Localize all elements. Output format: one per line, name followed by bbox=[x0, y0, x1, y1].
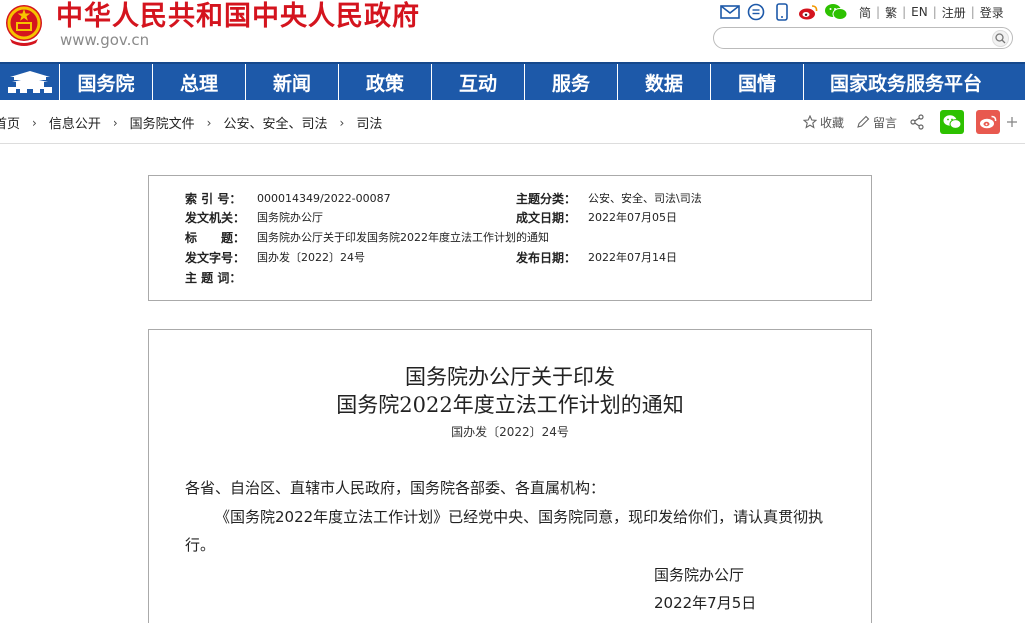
breadcrumb-separator: › bbox=[32, 115, 37, 130]
info-issuer-label: 发文机关： bbox=[185, 211, 246, 225]
breadcrumb-home[interactable]: 首页 bbox=[0, 113, 20, 132]
simplified-chinese-link[interactable]: 简 bbox=[854, 4, 876, 21]
plus-icon bbox=[1007, 117, 1017, 127]
message-icon[interactable] bbox=[746, 3, 766, 21]
info-topic-label: 主题分类： bbox=[516, 192, 577, 206]
traditional-chinese-link[interactable]: 繁 bbox=[880, 4, 902, 21]
tiananmen-icon[interactable] bbox=[0, 64, 60, 100]
favorite-label: 收藏 bbox=[819, 115, 844, 130]
info-written-date-value: 2022年07月05日 bbox=[588, 211, 677, 224]
share-tools: 收藏 留言 bbox=[791, 110, 1021, 134]
breadcrumb-separator: › bbox=[206, 115, 212, 130]
nav-item-policy[interactable]: 政策 bbox=[339, 64, 432, 100]
info-title-value: 国务院办公厅关于印发国务院2022年度立法工作计划的通知 bbox=[257, 231, 549, 244]
site-header: 中华人民共和国中央人民政府 www.gov.cn 简 | 繁 | EN | 注册… bbox=[0, 0, 1025, 62]
pencil-icon bbox=[857, 115, 870, 128]
nav-item-state-council[interactable]: 国务院 bbox=[60, 64, 153, 100]
info-title-label: 标 题： bbox=[185, 231, 246, 245]
star-icon bbox=[802, 115, 817, 129]
info-topic-value: 公安、安全、司法\司法 bbox=[588, 192, 702, 205]
nav-item-premier[interactable]: 总理 bbox=[153, 64, 246, 100]
info-index-value: 000014349/2022-00087 bbox=[257, 192, 391, 205]
site-title[interactable]: 中华人民共和国中央人民政府 bbox=[56, 0, 420, 34]
breadcrumb-separator: › bbox=[339, 115, 345, 130]
search-box bbox=[713, 27, 1013, 49]
wechat-icon[interactable] bbox=[824, 3, 848, 21]
nav-item-gov-service-platform[interactable]: 国家政务服务平台 bbox=[804, 64, 1025, 100]
breadcrumb-judiciary[interactable]: 司法 bbox=[356, 113, 382, 132]
info-issuer-value: 国务院办公厅 bbox=[257, 211, 323, 224]
document-title-line1: 国务院办公厅关于印发 bbox=[405, 365, 615, 389]
search-input[interactable] bbox=[724, 30, 984, 46]
share-icon bbox=[910, 114, 924, 130]
mobile-icon[interactable] bbox=[772, 3, 792, 21]
comment-label: 留言 bbox=[872, 115, 897, 130]
main-nav: 国务院 总理 新闻 政策 互动 服务 数据 国情 国家政务服务平台 bbox=[0, 62, 1025, 100]
document-addressee: 各省、自治区、直辖市人民政府，国务院各部委、各直属机构： bbox=[185, 479, 606, 497]
share-wechat-icon[interactable] bbox=[940, 110, 964, 134]
register-link[interactable]: 注册 bbox=[937, 4, 971, 21]
document-title-line2: 国务院2022年度立法工作计划的通知 bbox=[336, 393, 684, 417]
breadcrumb-bar: 首页 › 信息公开 › 国务院文件 › 公安、安全、司法 › 司法 收藏 留言 bbox=[0, 100, 1025, 144]
breadcrumb: 首页 › 信息公开 › 国务院文件 › 公安、安全、司法 › 司法 bbox=[0, 113, 382, 133]
info-docno-value: 国办发〔2022〕24号 bbox=[257, 251, 365, 264]
site-domain[interactable]: www.gov.cn bbox=[60, 31, 149, 49]
comment-button[interactable]: 留言 bbox=[856, 114, 897, 131]
mail-icon[interactable] bbox=[720, 3, 740, 21]
info-keywords-label: 主 题 词： bbox=[185, 271, 242, 285]
nav-item-interaction[interactable]: 互动 bbox=[432, 64, 525, 100]
search-icon bbox=[995, 33, 1006, 44]
more-share-button[interactable] bbox=[1006, 116, 1021, 128]
info-written-date-label: 成文日期： bbox=[516, 211, 577, 225]
nav-item-news[interactable]: 新闻 bbox=[246, 64, 339, 100]
info-docno-label: 发文字号： bbox=[185, 251, 246, 265]
breadcrumb-separator: › bbox=[112, 115, 118, 130]
search-button[interactable] bbox=[992, 30, 1009, 47]
document-signature: 国务院办公厅 bbox=[654, 566, 745, 584]
document-date: 2022年7月5日 bbox=[654, 594, 757, 612]
top-links: 简 | 繁 | EN | 注册 | 登录 bbox=[720, 2, 1009, 22]
national-emblem-icon[interactable] bbox=[4, 3, 44, 47]
info-publish-date-value: 2022年07月14日 bbox=[588, 251, 677, 264]
nav-item-national-info[interactable]: 国情 bbox=[711, 64, 804, 100]
breadcrumb-info-disclosure[interactable]: 信息公开 bbox=[49, 113, 101, 132]
nav-item-services[interactable]: 服务 bbox=[525, 64, 618, 100]
english-link[interactable]: EN bbox=[906, 5, 933, 19]
share-weibo-icon[interactable] bbox=[976, 110, 1000, 134]
document-body: 《国务院2022年度立法工作计划》已经党中央、国务院同意，现印发给你们，请认真贯… bbox=[185, 508, 824, 554]
nav-item-data[interactable]: 数据 bbox=[618, 64, 711, 100]
breadcrumb-state-council-docs[interactable]: 国务院文件 bbox=[130, 113, 195, 132]
favorite-button[interactable]: 收藏 bbox=[802, 114, 844, 131]
breadcrumb-public-security[interactable]: 公安、安全、司法 bbox=[223, 113, 327, 132]
share-button[interactable] bbox=[909, 114, 928, 130]
weibo-icon[interactable] bbox=[798, 3, 818, 21]
info-publish-date-label: 发布日期： bbox=[516, 251, 577, 265]
login-link[interactable]: 登录 bbox=[975, 4, 1009, 21]
document-content: 国务院办公厅关于印发 国务院2022年度立法工作计划的通知 国办发〔2022〕2… bbox=[148, 329, 872, 623]
info-index-label: 索 引 号： bbox=[185, 192, 242, 206]
document-number: 国办发〔2022〕24号 bbox=[451, 425, 569, 439]
document-info-table: 索 引 号： 000014349/2022-00087 主题分类： 公安、安全、… bbox=[148, 175, 872, 301]
